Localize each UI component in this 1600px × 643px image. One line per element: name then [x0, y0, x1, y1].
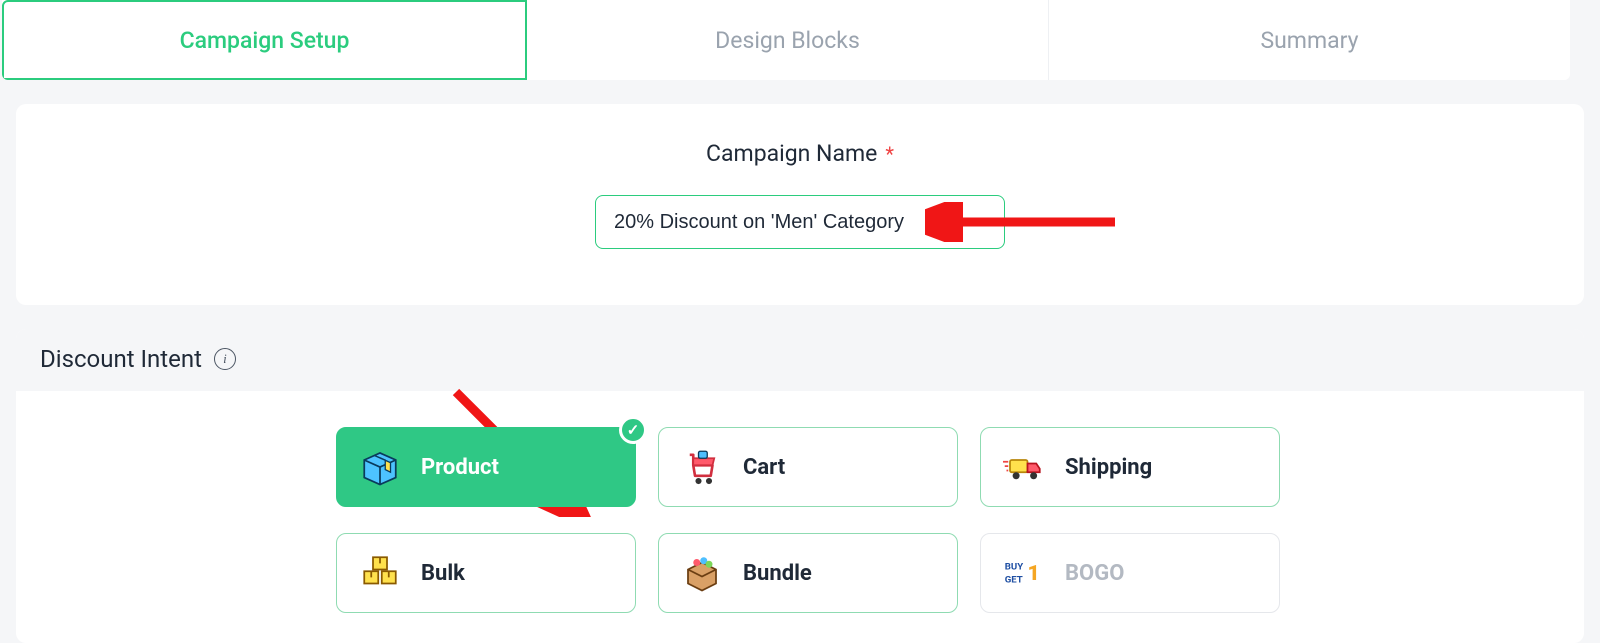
discount-intent-card: Discount Intent i ✓ Product Cart — [16, 329, 1584, 643]
wizard-tabs: Campaign Setup Design Blocks Summary — [2, 0, 1570, 80]
section-title: Discount Intent — [40, 345, 202, 373]
bogo-icon: BUY GET 1 — [1003, 552, 1045, 594]
svg-text:1: 1 — [1028, 562, 1040, 586]
required-asterisk: * — [885, 142, 894, 166]
tab-label: Summary — [1260, 27, 1358, 54]
info-icon[interactable]: i — [214, 348, 236, 370]
svg-text:BUY: BUY — [1005, 562, 1023, 573]
option-label: BOGO — [1065, 561, 1124, 586]
boxes-icon — [359, 552, 401, 594]
tab-campaign-setup[interactable]: Campaign Setup — [2, 0, 527, 80]
svg-text:GET: GET — [1005, 575, 1023, 586]
option-label: Bulk — [421, 561, 465, 586]
label-text: Campaign Name — [706, 140, 877, 167]
campaign-name-label: Campaign Name * — [16, 140, 1584, 167]
option-label: Bundle — [743, 561, 812, 586]
option-label: Cart — [743, 455, 785, 480]
option-label: Shipping — [1065, 455, 1152, 480]
option-label: Product — [421, 455, 499, 480]
intent-option-bundle[interactable]: Bundle — [658, 533, 958, 613]
tab-label: Campaign Setup — [180, 27, 350, 54]
intent-option-product[interactable]: ✓ Product — [336, 427, 636, 507]
intent-option-cart[interactable]: Cart — [658, 427, 958, 507]
campaign-name-input[interactable] — [595, 195, 1005, 249]
check-icon: ✓ — [619, 416, 647, 444]
intent-option-bogo: BUY GET 1 BOGO — [980, 533, 1280, 613]
box-icon — [359, 446, 401, 488]
tab-summary[interactable]: Summary — [1049, 0, 1570, 80]
campaign-name-card: Campaign Name * — [16, 104, 1584, 305]
tab-label: Design Blocks — [715, 27, 860, 54]
bundle-icon — [681, 552, 723, 594]
discount-intent-header: Discount Intent i — [16, 329, 1584, 391]
cart-icon — [681, 446, 723, 488]
intent-option-shipping[interactable]: Shipping — [980, 427, 1280, 507]
truck-icon — [1003, 446, 1045, 488]
intent-options-grid: ✓ Product Cart Shipping Bulk — [336, 427, 1584, 613]
intent-option-bulk[interactable]: Bulk — [336, 533, 636, 613]
tab-design-blocks[interactable]: Design Blocks — [527, 0, 1049, 80]
